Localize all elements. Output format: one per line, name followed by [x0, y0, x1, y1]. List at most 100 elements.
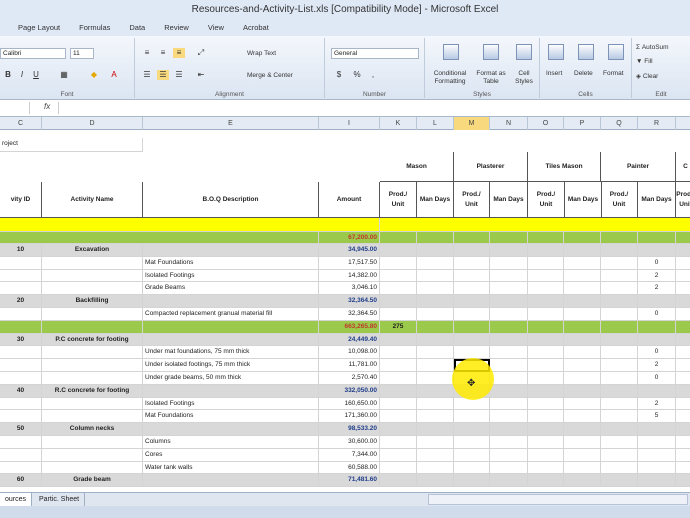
activity-name[interactable]	[42, 397, 143, 411]
selected-column-cell[interactable]	[454, 423, 490, 436]
resource-cell[interactable]	[676, 333, 690, 347]
resource-cell[interactable]	[417, 397, 454, 411]
header-activity-id[interactable]: vity ID	[0, 182, 42, 218]
boq-description[interactable]	[143, 244, 319, 257]
insert-button[interactable]: Insert	[546, 70, 562, 77]
insert-icon[interactable]	[548, 44, 564, 60]
activity-id[interactable]	[0, 359, 42, 372]
header-prod-unit[interactable]: Prod./ Unit	[528, 182, 565, 218]
resource-cell[interactable]	[676, 244, 690, 257]
resource-cell[interactable]	[601, 448, 638, 462]
resource-cell[interactable]	[490, 295, 528, 308]
boq-description[interactable]: Grade Beams	[143, 282, 319, 296]
align-right-icon[interactable]: ☰	[173, 70, 185, 80]
resource-cell[interactable]	[601, 320, 638, 334]
ribbon-tab-review[interactable]: Review	[164, 20, 189, 36]
fx-icon[interactable]: fx	[44, 102, 50, 111]
selected-column-cell[interactable]	[454, 333, 490, 347]
selected-column-cell[interactable]	[454, 244, 490, 257]
resource-cell[interactable]	[564, 448, 601, 462]
resource-cell[interactable]	[676, 398, 690, 411]
resource-cell[interactable]	[490, 436, 528, 449]
ribbon-tab-formulas[interactable]: Formulas	[79, 20, 110, 36]
percent-icon[interactable]: %	[351, 70, 363, 80]
resource-cell[interactable]	[528, 269, 564, 283]
header-prod-unit[interactable]: Prod./ Unit	[601, 182, 638, 218]
activity-name[interactable]	[42, 308, 143, 321]
resource-cell[interactable]: 2	[638, 397, 676, 411]
activity-name[interactable]: Column necks	[42, 423, 143, 436]
group-header-painter[interactable]: Painter	[601, 152, 676, 182]
delete-button[interactable]: Delete	[574, 70, 593, 77]
resource-cell[interactable]	[417, 295, 454, 308]
align-top-icon[interactable]: ≡	[141, 48, 153, 58]
format-as-table-icon[interactable]	[483, 44, 499, 60]
activity-id[interactable]	[0, 256, 42, 270]
amount[interactable]: 3,046.10	[319, 282, 380, 296]
fill-button[interactable]: ▼ Fill	[636, 58, 653, 65]
resource-cell[interactable]	[380, 359, 417, 372]
resource-cell[interactable]: 2	[638, 269, 676, 283]
column-header-d[interactable]: D	[42, 117, 143, 130]
resource-cell[interactable]: 2	[638, 282, 676, 296]
activity-id[interactable]	[0, 397, 42, 411]
activity-id[interactable]	[0, 308, 42, 321]
resource-cell[interactable]: 0	[638, 308, 676, 321]
resource-cell[interactable]	[490, 461, 528, 475]
resource-cell[interactable]	[601, 436, 638, 449]
activity-name[interactable]	[42, 410, 143, 424]
resource-cell[interactable]	[417, 282, 454, 296]
resource-cell[interactable]	[676, 449, 690, 462]
resource-cell[interactable]	[638, 423, 676, 436]
resource-cell[interactable]	[601, 423, 638, 436]
activity-id[interactable]	[0, 448, 42, 462]
column-header-q[interactable]: Q	[601, 117, 638, 130]
activity-name[interactable]	[42, 436, 143, 449]
bold-button[interactable]: B	[2, 70, 14, 80]
boq-description[interactable]	[143, 320, 319, 334]
group-header-mason[interactable]: Mason	[380, 152, 454, 182]
resource-cell[interactable]	[490, 244, 528, 257]
resource-cell[interactable]	[601, 359, 638, 372]
activity-id[interactable]: 30	[0, 333, 42, 347]
resource-cell[interactable]	[490, 359, 528, 372]
amount[interactable]: 60,588.00	[319, 461, 380, 475]
column-header-e[interactable]: E	[143, 117, 319, 130]
resource-cell[interactable]	[417, 269, 454, 283]
resource-cell[interactable]	[528, 474, 564, 488]
font-color-icon[interactable]: A	[108, 70, 120, 80]
amount[interactable]: 7,344.00	[319, 448, 380, 462]
format-as-table-button[interactable]: Format as Table	[475, 70, 507, 86]
resource-cell[interactable]	[380, 448, 417, 462]
resource-cell[interactable]	[601, 295, 638, 308]
activity-id[interactable]	[0, 461, 42, 475]
resource-cell[interactable]	[417, 423, 454, 436]
resource-cell[interactable]	[417, 244, 454, 257]
resource-cell[interactable]	[564, 410, 601, 424]
resource-cell[interactable]	[528, 256, 564, 270]
selected-column-cell[interactable]	[454, 269, 490, 283]
resource-cell[interactable]	[528, 308, 564, 321]
resource-cell[interactable]	[601, 308, 638, 321]
resource-cell[interactable]	[417, 320, 454, 334]
resource-cell[interactable]	[380, 308, 417, 321]
resource-cell[interactable]	[564, 372, 601, 385]
column-header-n[interactable]: N	[490, 117, 528, 130]
resource-cell[interactable]	[676, 308, 690, 321]
activity-name[interactable]: R.C concrete for footing	[42, 384, 143, 398]
activity-id[interactable]	[0, 282, 42, 296]
underline-button[interactable]: U	[30, 70, 42, 80]
resource-cell[interactable]	[638, 384, 676, 398]
activity-name[interactable]	[42, 282, 143, 296]
ribbon-tab-page-layout[interactable]: Page Layout	[18, 20, 60, 36]
resource-cell[interactable]	[676, 372, 690, 385]
header-man-days[interactable]: Man Days	[565, 182, 602, 218]
resource-cell[interactable]	[564, 359, 601, 372]
amount[interactable]: 34,945.00	[319, 244, 380, 257]
resource-cell[interactable]	[638, 448, 676, 462]
resource-cell[interactable]	[380, 244, 417, 257]
resource-cell[interactable]	[564, 320, 601, 334]
boq-description[interactable]	[143, 423, 319, 436]
selected-column-cell[interactable]	[454, 436, 490, 449]
selected-column-cell[interactable]	[454, 410, 490, 424]
